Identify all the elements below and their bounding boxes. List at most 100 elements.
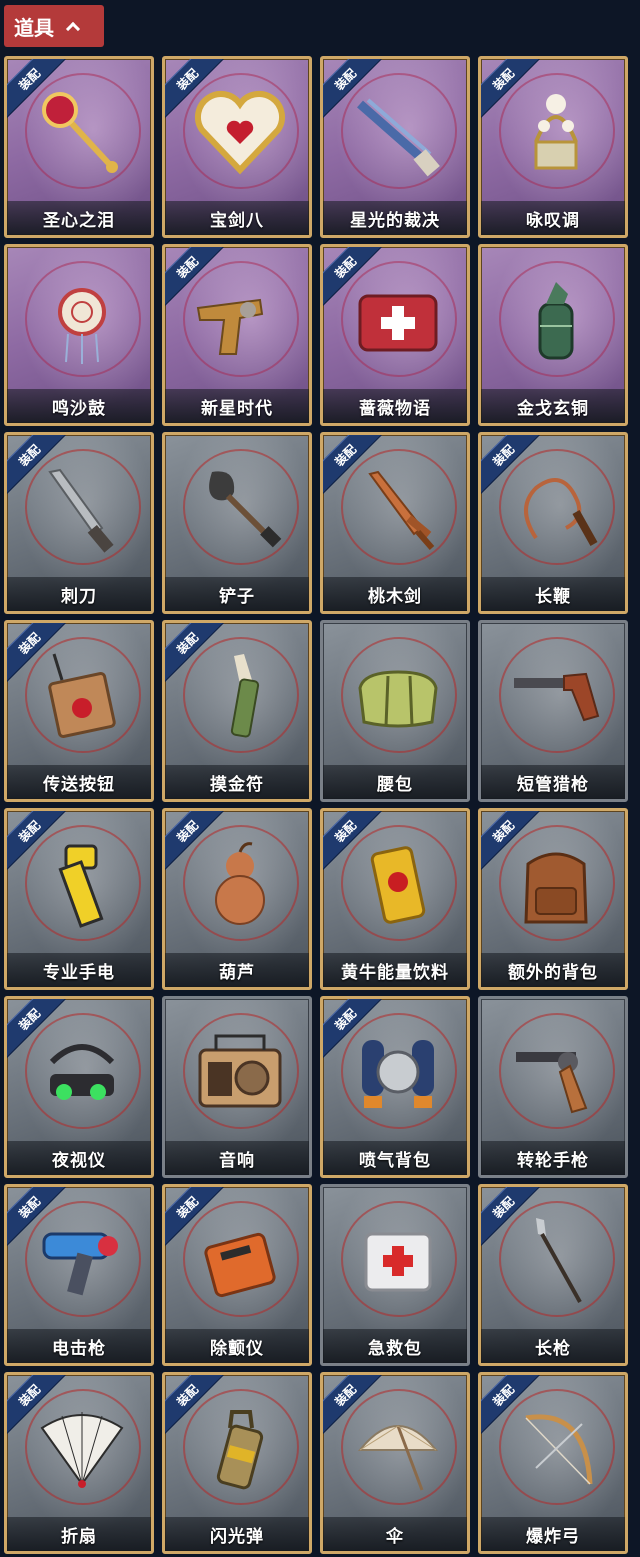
category-toggle-button[interactable]: 道具 <box>4 5 104 47</box>
item-card[interactable]: 音响 <box>162 996 312 1178</box>
item-name: 鸣沙鼓 <box>7 389 151 423</box>
whip-icon <box>501 453 611 563</box>
revolver-gun-icon <box>501 1017 611 1127</box>
item-name: 金戈玄铜 <box>481 389 625 423</box>
flashbang-icon <box>185 1393 295 1503</box>
umbrella-icon <box>343 1393 453 1503</box>
item-card[interactable]: 装配 摸金符 <box>162 620 312 802</box>
music-box-icon <box>501 77 611 187</box>
item-name: 短管猎枪 <box>481 765 625 799</box>
item-grid: 装配 圣心之泪 装配 宝剑八 装配 星光的裁决 装配 咏叹调鸣沙鼓 装配 新星时代 装配 蔷薇物语 金戈… <box>4 56 636 1554</box>
backpack-icon <box>501 829 611 939</box>
item-name: 摸金符 <box>165 765 309 799</box>
item-card[interactable]: 装配 新星时代 <box>162 244 312 426</box>
item-card[interactable]: 装配 夜视仪 <box>4 996 154 1178</box>
item-card[interactable]: 金戈玄铜 <box>478 244 628 426</box>
item-card[interactable]: 装配 圣心之泪 <box>4 56 154 238</box>
item-card[interactable]: 装配 折扇 <box>4 1372 154 1554</box>
item-card[interactable]: 装配 除颤仪 <box>162 1184 312 1366</box>
item-name: 夜视仪 <box>7 1141 151 1175</box>
chevron-up-icon <box>66 20 78 32</box>
item-card[interactable]: 装配 咏叹调 <box>478 56 628 238</box>
revolver-icon <box>185 265 295 375</box>
night-vision-icon <box>27 1017 137 1127</box>
item-card[interactable]: 装配伞 <box>320 1372 470 1554</box>
item-card[interactable]: 急救包 <box>320 1184 470 1366</box>
item-card[interactable]: 铲子 <box>162 432 312 614</box>
item-name: 传送按钮 <box>7 765 151 799</box>
item-name: 圣心之泪 <box>7 201 151 235</box>
item-card[interactable]: 装配 刺刀 <box>4 432 154 614</box>
item-name: 专业手电 <box>7 953 151 987</box>
item-name: 喷气背包 <box>323 1141 467 1175</box>
item-name: 长枪 <box>481 1329 625 1363</box>
item-card[interactable]: 装配 星光的裁决 <box>320 56 470 238</box>
item-name: 急救包 <box>323 1329 467 1363</box>
item-name: 除颤仪 <box>165 1329 309 1363</box>
item-card[interactable]: 装配 长鞭 <box>478 432 628 614</box>
item-card[interactable]: 装配 葫芦 <box>162 808 312 990</box>
item-card[interactable]: 腰包 <box>320 620 470 802</box>
sawed-off-icon <box>501 641 611 751</box>
item-name: 宝剑八 <box>165 201 309 235</box>
item-name: 伞 <box>323 1517 467 1551</box>
dreamcatcher-drum-icon <box>27 265 137 375</box>
item-name: 新星时代 <box>165 389 309 423</box>
item-name: 腰包 <box>323 765 467 799</box>
item-name: 音响 <box>165 1141 309 1175</box>
heart-mirror-icon <box>185 77 295 187</box>
wooden-sword-icon <box>343 453 453 563</box>
item-card[interactable]: 装配 闪光弹 <box>162 1372 312 1554</box>
item-card[interactable]: 装配 传送按钮 <box>4 620 154 802</box>
spear-icon <box>501 1205 611 1315</box>
item-name: 黄牛能量饮料 <box>323 953 467 987</box>
item-name: 闪光弹 <box>165 1517 309 1551</box>
category-title: 道具 <box>14 15 54 40</box>
item-name: 刺刀 <box>7 577 151 611</box>
item-card[interactable]: 装配 蔷薇物语 <box>320 244 470 426</box>
item-card[interactable]: 转轮手枪 <box>478 996 628 1178</box>
taser-icon <box>27 1205 137 1315</box>
radio-icon <box>185 1017 295 1127</box>
medkit-case-icon <box>343 265 453 375</box>
item-name: 额外的背包 <box>481 953 625 987</box>
talisman-icon <box>185 641 295 751</box>
flashlight-icon <box>27 829 137 939</box>
energy-can-icon <box>343 829 453 939</box>
item-name: 转轮手枪 <box>481 1141 625 1175</box>
item-card[interactable]: 装配 长枪 <box>478 1184 628 1366</box>
item-card[interactable]: 鸣沙鼓 <box>4 244 154 426</box>
item-name: 爆炸弓 <box>481 1517 625 1551</box>
item-card[interactable]: 装配 喷气背包 <box>320 996 470 1178</box>
item-card[interactable]: 装配 额外的背包 <box>478 808 628 990</box>
first-aid-kit-icon <box>343 1205 453 1315</box>
item-name: 葫芦 <box>165 953 309 987</box>
item-card[interactable]: 装配 电击枪 <box>4 1184 154 1366</box>
item-name: 电击枪 <box>7 1329 151 1363</box>
item-name: 咏叹调 <box>481 201 625 235</box>
folding-fan-icon <box>27 1393 137 1503</box>
teleport-button-icon <box>27 641 137 751</box>
defibrillator-icon <box>185 1205 295 1315</box>
item-card[interactable]: 装配 专业手电 <box>4 808 154 990</box>
item-name: 铲子 <box>165 577 309 611</box>
item-name: 桃木剑 <box>323 577 467 611</box>
jetpack-icon <box>343 1017 453 1127</box>
gourd-icon <box>185 829 295 939</box>
item-card[interactable]: 装配 爆炸弓 <box>478 1372 628 1554</box>
bow-icon <box>501 1393 611 1503</box>
waist-bag-icon <box>343 641 453 751</box>
bronze-grenade-icon <box>501 265 611 375</box>
shotgun-icon <box>343 77 453 187</box>
item-card[interactable]: 装配 黄牛能量饮料 <box>320 808 470 990</box>
item-name: 折扇 <box>7 1517 151 1551</box>
item-name: 星光的裁决 <box>323 201 467 235</box>
shovel-icon <box>185 453 295 563</box>
item-name: 蔷薇物语 <box>323 389 467 423</box>
item-card[interactable]: 装配 宝剑八 <box>162 56 312 238</box>
item-card[interactable]: 短管猎枪 <box>478 620 628 802</box>
bayonet-icon <box>27 453 137 563</box>
scepter-icon <box>27 77 137 187</box>
item-card[interactable]: 装配 桃木剑 <box>320 432 470 614</box>
item-name: 长鞭 <box>481 577 625 611</box>
